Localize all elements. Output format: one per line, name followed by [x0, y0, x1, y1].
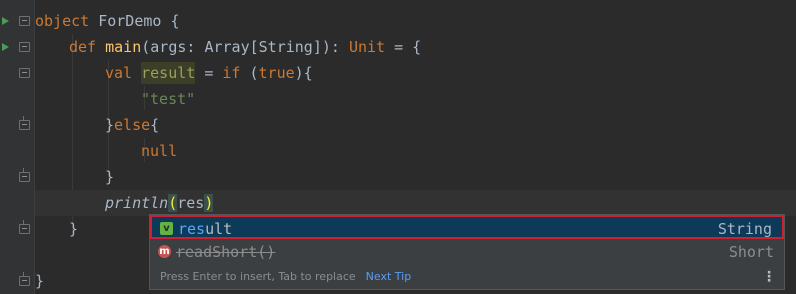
code-text: } [105, 116, 115, 134]
function-name: main [105, 38, 142, 56]
completion-item-type: Short [728, 243, 774, 261]
fold-end-icon[interactable] [19, 272, 30, 286]
typed-text: res [177, 194, 205, 212]
completion-item[interactable]: m readShort() Short [150, 240, 784, 264]
gutter [0, 0, 35, 294]
variable-name: result [141, 62, 196, 84]
fold-icon[interactable] [19, 42, 30, 52]
fold-icon[interactable] [19, 16, 30, 26]
keyword: object [35, 12, 90, 30]
completion-footer: Press Enter to insert, Tab to replace Nex… [150, 265, 784, 289]
code-text: { [150, 116, 160, 134]
fold-end-icon[interactable] [19, 168, 30, 182]
keyword: else [114, 116, 151, 134]
completion-item-name: readShort() [176, 243, 276, 261]
code-line: "test" [141, 86, 796, 112]
footer-hint: Press Enter to insert, Tab to replace [160, 270, 356, 283]
completion-item-type: String [717, 220, 772, 238]
type-name: Unit [348, 38, 386, 56]
next-tip-link[interactable]: Next Tip [366, 270, 412, 283]
object-name: ForDemo { [89, 12, 180, 30]
code-text: ): [321, 38, 349, 56]
code-text: = [195, 64, 223, 82]
variable-icon: v [160, 222, 173, 235]
current-code-line: println(res) [35, 190, 796, 216]
keyword: null [141, 142, 178, 160]
fold-end-icon[interactable] [19, 220, 30, 234]
fold-icon[interactable] [19, 68, 30, 78]
fold-end-icon[interactable] [19, 116, 30, 130]
more-options-icon[interactable]: ⋮ [762, 265, 776, 289]
code-text: } [35, 272, 45, 290]
keyword: if [222, 64, 241, 82]
completion-item[interactable]: v result String [150, 215, 784, 239]
run-icon[interactable] [2, 43, 9, 51]
code-line: null [141, 138, 796, 164]
paren-highlight: ) [204, 194, 214, 212]
code-line: def main(args: Array[String]): Unit = { [69, 34, 796, 60]
code-text: } [69, 220, 79, 238]
code-text: (args: [141, 38, 205, 56]
keyword: def [69, 38, 97, 56]
keyword: val [105, 64, 133, 82]
run-icon[interactable] [2, 17, 9, 25]
code-line: object ForDemo { [35, 8, 796, 34]
code-text: ){ [294, 64, 313, 82]
function-call: println [105, 194, 169, 212]
code-line: } [105, 164, 796, 190]
code-text: ( [240, 64, 259, 82]
method-icon: m [158, 245, 171, 258]
code-line: val result = if (true){ [105, 60, 796, 86]
code-text: = { [385, 38, 422, 56]
completion-item-name: result [178, 220, 233, 238]
code-line: }else{ [105, 112, 796, 138]
completion-popup: v result String m readShort() Short Pres… [149, 214, 785, 290]
paren-highlight: ( [168, 194, 178, 212]
code-text: } [105, 168, 115, 186]
type-name: Array[String] [204, 38, 322, 56]
string-literal: "test" [141, 90, 196, 108]
keyword: true [258, 64, 295, 82]
